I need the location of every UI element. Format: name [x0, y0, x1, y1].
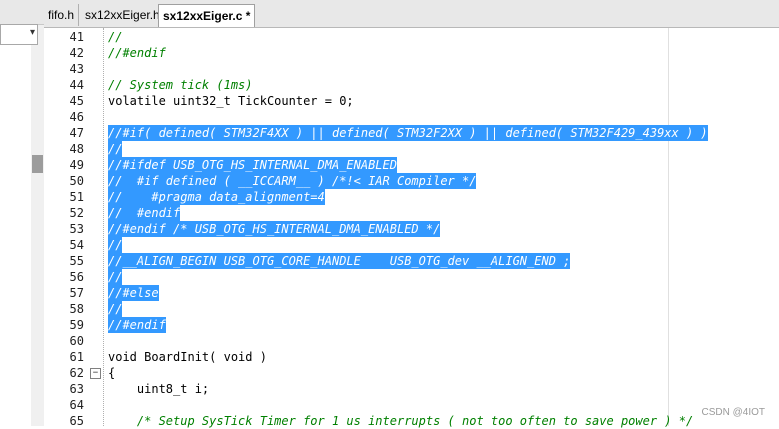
line-number: 62 — [69, 366, 84, 380]
file-tab-bar: fifo.h sx12xxEiger.h sx12xxEiger.c * — [44, 0, 779, 28]
code-line[interactable]: 41 // — [44, 29, 779, 45]
code-text[interactable]: // #if defined ( __ICCARM__ ) /*!< IAR C… — [108, 173, 477, 189]
project-scrollbar-thumb[interactable] — [32, 155, 43, 173]
line-number: 57 — [69, 286, 84, 300]
line-number: 55 — [69, 254, 84, 268]
line-number: 42 — [69, 46, 84, 60]
code-text[interactable]: //#else — [108, 285, 159, 301]
code-text[interactable]: // — [108, 301, 123, 317]
line-number: 50 — [69, 174, 84, 188]
code-text[interactable]: //#ifdef USB_OTG_HS_INTERNAL_DMA_ENABLED — [108, 157, 397, 173]
tab-sx12xxeiger-c[interactable]: sx12xxEiger.c * — [158, 4, 256, 27]
code-line[interactable]: 62−{ — [44, 365, 779, 381]
line-number: 65 — [69, 414, 84, 428]
code-line[interactable]: 47 //#if( defined( STM32F4XX ) || defined… — [44, 125, 779, 141]
code-text[interactable]: // — [108, 237, 123, 253]
tab-sx12xxeiger-h[interactable]: sx12xxEiger.h — [81, 4, 165, 26]
code-line[interactable]: 42 //#endif — [44, 45, 779, 61]
code-text[interactable]: /* Setup SysTick Timer for 1 us interrup… — [108, 413, 693, 429]
code-line[interactable]: 65 /* Setup SysTick Timer for 1 us inter… — [44, 413, 779, 429]
code-line[interactable]: 45 volatile uint32_t TickCounter = 0; — [44, 93, 779, 109]
code-line[interactable]: 60 — [44, 333, 779, 349]
line-number: 61 — [69, 350, 84, 364]
code-line[interactable]: 63 uint8_t i; — [44, 381, 779, 397]
code-text[interactable]: // — [108, 29, 122, 45]
code-line[interactable]: 58 // — [44, 301, 779, 317]
code-text[interactable]: // — [108, 269, 123, 285]
line-number: 63 — [69, 382, 84, 396]
project-scrollbar[interactable] — [31, 45, 44, 426]
code-line[interactable]: 61 void BoardInit( void ) — [44, 349, 779, 365]
line-number: 52 — [69, 206, 84, 220]
project-panel-header — [0, 0, 44, 25]
fold-toggle-icon[interactable]: − — [90, 368, 101, 379]
tab-fifo-h[interactable]: fifo.h — [44, 4, 80, 26]
code-text[interactable]: { — [108, 365, 115, 381]
code-line[interactable]: 43 — [44, 61, 779, 77]
line-number: 60 — [69, 334, 84, 348]
line-number: 47 — [69, 126, 84, 140]
code-text[interactable]: volatile uint32_t TickCounter = 0; — [108, 93, 354, 109]
line-number: 49 — [69, 158, 84, 172]
code-line[interactable]: 53 //#endif /* USB_OTG_HS_INTERNAL_DMA_EN… — [44, 221, 779, 237]
watermark: CSDN @4IOT — [701, 407, 766, 418]
code-line[interactable]: 52 // #endif — [44, 205, 779, 221]
code-text[interactable]: // — [108, 141, 123, 157]
project-panel: ▾ — [0, 0, 45, 426]
line-number: 59 — [69, 318, 84, 332]
line-number: 45 — [69, 94, 84, 108]
code-line[interactable]: 54 // — [44, 237, 779, 253]
line-number: 58 — [69, 302, 84, 316]
code-editor[interactable]: 41//42//#endif 43 44// System tick (1ms) 45… — [44, 28, 779, 429]
code-text[interactable]: // #pragma data_alignment=4 — [108, 189, 325, 205]
code-text[interactable]: // System tick (1ms) — [108, 77, 253, 93]
code-line[interactable]: 51 // #pragma data_alignment=4 — [44, 189, 779, 205]
line-number: 51 — [69, 190, 84, 204]
chevron-down-icon[interactable]: ▾ — [30, 27, 35, 38]
code-text[interactable]: //#endif /* USB_OTG_HS_INTERNAL_DMA_ENAB… — [108, 221, 441, 237]
line-number: 48 — [69, 142, 84, 156]
code-line[interactable]: 48 // — [44, 141, 779, 157]
code-text[interactable]: void BoardInit( void ) — [108, 349, 267, 365]
line-number: 44 — [69, 78, 84, 92]
code-text[interactable]: //#endif — [108, 45, 166, 61]
code-text[interactable]: //#endif — [108, 317, 166, 333]
line-number: 53 — [69, 222, 84, 236]
project-combo[interactable]: ▾ — [0, 24, 38, 45]
code-line[interactable]: 56 // — [44, 269, 779, 285]
code-line[interactable]: 64 — [44, 397, 779, 413]
code-text[interactable]: // #endif — [108, 205, 181, 221]
code-text[interactable]: uint8_t i; — [108, 381, 209, 397]
code-text[interactable]: //__ALIGN_BEGIN USB_OTG_CORE_HANDLE USB_… — [108, 253, 571, 269]
line-number: 43 — [69, 62, 84, 76]
code-line[interactable]: 50 // #if defined ( __ICCARM__ ) /*!< IAR… — [44, 173, 779, 189]
code-text[interactable]: //#if( defined( STM32F4XX ) || defined( … — [108, 125, 708, 141]
code-line[interactable]: 46 — [44, 109, 779, 125]
line-number: 41 — [69, 30, 84, 44]
project-tree[interactable] — [0, 45, 32, 426]
line-number: 54 — [69, 238, 84, 252]
line-number: 46 — [69, 110, 84, 124]
line-number: 64 — [69, 398, 84, 412]
line-number: 56 — [69, 270, 84, 284]
code-line[interactable]: 57 //#else — [44, 285, 779, 301]
code-line[interactable]: 44 // System tick (1ms) — [44, 77, 779, 93]
code-line[interactable]: 59 //#endif — [44, 317, 779, 333]
code-line[interactable]: 49 //#ifdef USB_OTG_HS_INTERNAL_DMA_ENABL… — [44, 157, 779, 173]
code-line[interactable]: 55 //__ALIGN_BEGIN USB_OTG_CORE_HANDLE US… — [44, 253, 779, 269]
